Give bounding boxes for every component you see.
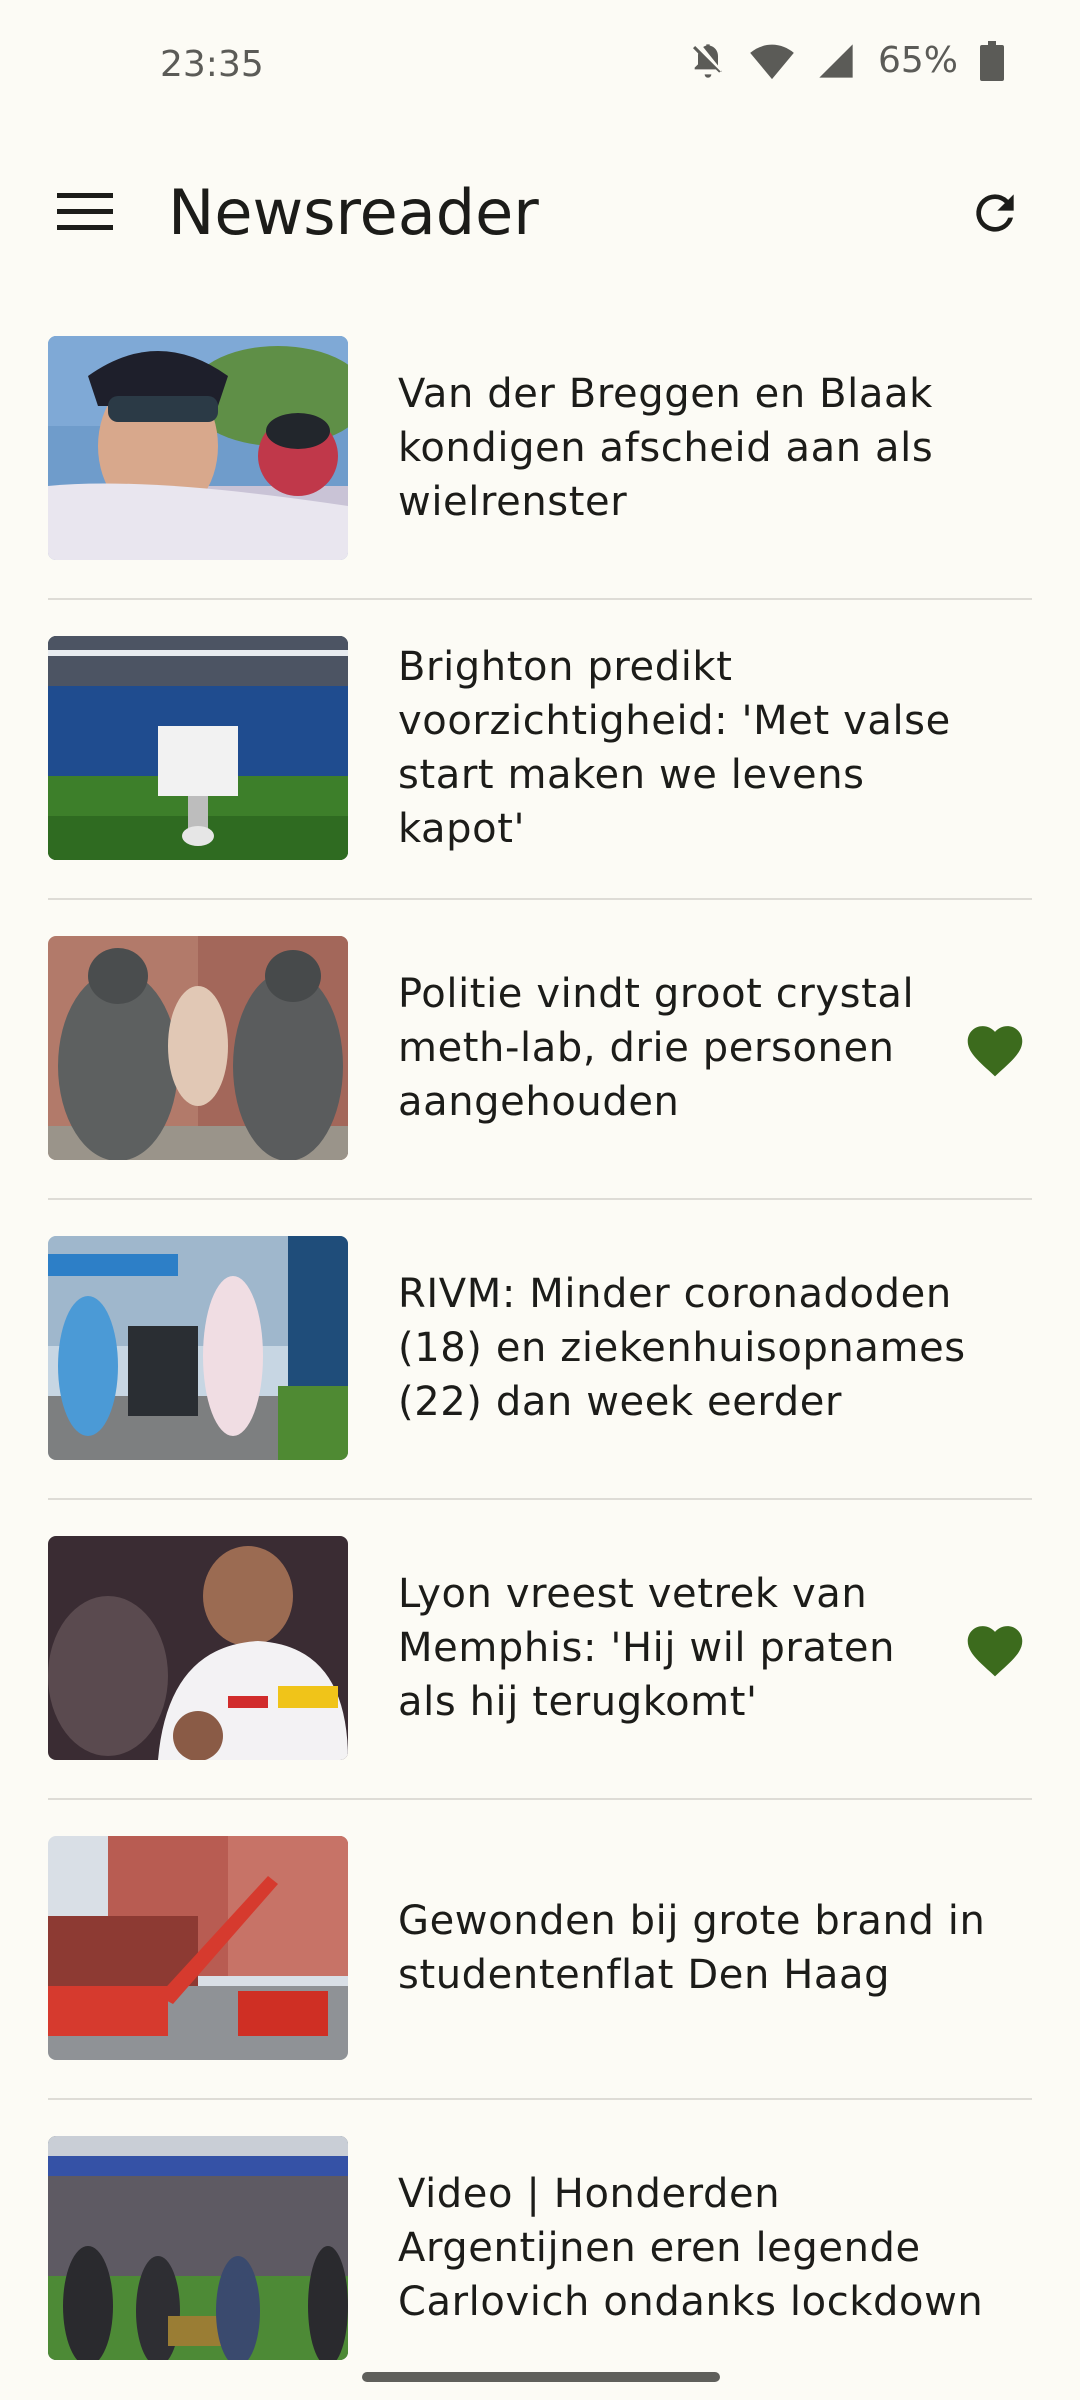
news-title: Lyon vreest vetrek van Memphis: 'Hij wil…: [398, 1571, 896, 1725]
battery-icon: [980, 40, 1004, 81]
home-indicator[interactable]: [362, 2372, 720, 2382]
refresh-button[interactable]: [950, 170, 1040, 260]
news-title: RIVM: Minder coronadoden (18) en ziekenh…: [398, 1271, 966, 1425]
news-title: Van der Breggen en Blaak kondigen afsche…: [398, 371, 934, 525]
news-thumbnail: [48, 1536, 348, 1760]
news-thumbnail: [48, 636, 348, 860]
wifi-icon: [750, 41, 794, 81]
news-item[interactable]: Van der Breggen en Blaak kondigen afsche…: [0, 300, 1080, 600]
cellular-signal-icon: [816, 41, 856, 81]
status-bar: 23:35 65%: [0, 0, 1080, 140]
news-title: Politie vindt groot crystal meth-lab, dr…: [398, 971, 915, 1125]
menu-button[interactable]: [40, 168, 130, 258]
battery-percentage: 65%: [877, 40, 958, 81]
news-title: Brighton predikt voorzichtigheid: 'Met v…: [398, 644, 951, 852]
news-item[interactable]: Brighton predikt voorzichtigheid: 'Met v…: [0, 600, 1080, 900]
news-title: Gewonden bij grote brand in studentenfla…: [398, 1898, 986, 1998]
refresh-icon: [967, 185, 1023, 245]
status-icons: 65%: [688, 40, 1004, 81]
news-item[interactable]: Politie vindt groot crystal meth-lab, dr…: [0, 900, 1080, 1200]
news-thumbnail: [48, 2136, 348, 2360]
app-bar: Newsreader: [0, 140, 1080, 270]
notifications-off-icon: [688, 41, 728, 81]
status-time: 23:35: [160, 44, 264, 85]
news-item[interactable]: RIVM: Minder coronadoden (18) en ziekenh…: [0, 1200, 1080, 1500]
favorite-heart-icon[interactable]: [962, 1618, 1028, 1678]
hamburger-menu-icon: [57, 191, 113, 235]
news-list: Van der Breggen en Blaak kondigen afsche…: [0, 300, 1080, 2400]
news-thumbnail: [48, 336, 348, 560]
favorite-heart-icon[interactable]: [962, 1018, 1028, 1078]
news-item[interactable]: Lyon vreest vetrek van Memphis: 'Hij wil…: [0, 1500, 1080, 1800]
news-thumbnail: [48, 1836, 348, 2060]
news-item[interactable]: Video | Honderden Argentijnen eren legen…: [0, 2100, 1080, 2400]
news-title: Video | Honderden Argentijnen eren legen…: [398, 2171, 984, 2325]
news-thumbnail: [48, 1236, 348, 1460]
news-thumbnail: [48, 936, 348, 1160]
news-item[interactable]: Gewonden bij grote brand in studentenfla…: [0, 1800, 1080, 2100]
app-title: Newsreader: [168, 176, 539, 249]
